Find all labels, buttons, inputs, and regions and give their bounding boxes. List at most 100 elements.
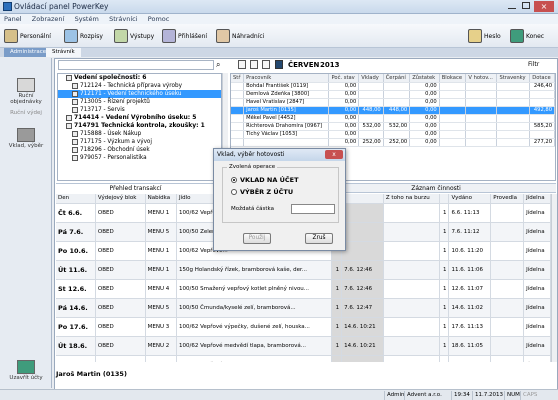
column-header[interactable]: Vklady xyxy=(358,74,384,83)
tree-item[interactable]: 712171 - Vedení technického úseku xyxy=(58,90,221,98)
radio-deposit[interactable]: VKLAD NA ÚČET xyxy=(231,176,299,184)
table-cell xyxy=(383,98,411,107)
schedules-button[interactable]: Rozpisy xyxy=(64,27,103,45)
substitutes-button[interactable]: Náhradníci xyxy=(216,27,264,45)
table-cell xyxy=(358,130,384,139)
filter-button[interactable]: Filtr xyxy=(528,60,539,70)
column-header[interactable]: Nabídka xyxy=(145,194,178,204)
column-header[interactable]: Pracovník xyxy=(243,74,330,83)
table-cell: Havel Vratislav [2847] xyxy=(243,98,330,107)
column-header[interactable]: Den xyxy=(56,194,96,204)
table-row[interactable]: Tichý Václav [1053] 0,00 0,00 xyxy=(231,130,555,139)
menu-help[interactable]: Pomoc xyxy=(144,14,174,23)
tree-item[interactable]: 718296 - Obchodní úsek xyxy=(58,146,221,154)
tree-item[interactable]: 713005 - Řízení projektů xyxy=(58,98,221,106)
table-row[interactable]: Po 17.6. OBED MENU 3 100/62 Vepřové výpečky… xyxy=(56,317,551,337)
table-row[interactable]: Út 18.6. OBED MENU 2 100/62 Vepřové medvědí… xyxy=(56,336,551,356)
table-row[interactable]: Pá 14.6. OBED MENU 5 100/50 Čmunda/kyselé z… xyxy=(56,298,551,318)
close-accounts-button[interactable]: Uzavřít účty xyxy=(6,360,46,381)
table-row[interactable]: Měkel Pavel [4452] 0,00 0,00 xyxy=(231,114,555,123)
menu-panel[interactable]: Panel xyxy=(0,14,26,23)
calendar-icon[interactable] xyxy=(250,60,258,69)
menu-view[interactable]: Zobrazení xyxy=(28,14,69,23)
table-cell: 100/62 Vepřové výpečky, dušené zelí, hou… xyxy=(176,317,333,337)
table-cell xyxy=(231,90,245,99)
calendar-small-icon[interactable] xyxy=(275,60,283,69)
menu-system[interactable]: Systém xyxy=(71,14,103,23)
column-header[interactable] xyxy=(439,194,450,204)
radio-withdraw-dot[interactable] xyxy=(231,189,237,195)
table-cell xyxy=(358,82,384,91)
maximize-icon[interactable] xyxy=(522,2,530,9)
manual-orders-button[interactable]: Ruční objednávky xyxy=(6,78,46,105)
table-cell: Čt 6.6. xyxy=(56,203,96,223)
password-button[interactable]: Heslo xyxy=(468,27,501,45)
outputs-button[interactable]: Výstupy xyxy=(114,27,154,45)
manual-dispense-button[interactable]: Ruční výdej xyxy=(6,110,46,116)
menu-diners[interactable]: Strávníci xyxy=(105,14,141,23)
column-header[interactable]: Poč. stav xyxy=(328,74,360,83)
table-row[interactable]: St 12.6. OBED MENU 4 100/50 Smažený vepřový… xyxy=(56,279,551,299)
next-month-icon[interactable] xyxy=(262,60,270,69)
column-header[interactable]: Provedla xyxy=(490,194,525,204)
tab-administration[interactable]: Administrace xyxy=(4,48,53,57)
table-row[interactable]: Út 11.6. OBED MENU 1 150g Holandský řízek, … xyxy=(56,260,551,280)
amount-input[interactable] xyxy=(291,204,335,214)
table-row[interactable]: Bohdal František [0119] 0,00 0,00 246,40 xyxy=(231,82,555,91)
table-row[interactable]: Demlová Zdeňka [3800] 0,00 0,00 xyxy=(231,90,555,99)
tree-item[interactable]: 715888 - Úsek Nákup xyxy=(58,130,221,138)
tree-item[interactable]: 712124 - Technická příprava výroby xyxy=(58,82,221,90)
tree-item[interactable]: 714414 - Vedení Výrobního úseku: 5 xyxy=(58,114,221,122)
column-header[interactable]: Zůstatek xyxy=(409,74,440,83)
radio-withdraw[interactable]: VÝBĚR Z ÚČTU xyxy=(231,188,293,196)
table-cell xyxy=(529,90,555,99)
month-select[interactable]: ČERVEN xyxy=(288,60,319,70)
table-cell: OBED xyxy=(95,317,146,337)
cancel-button[interactable]: Zruš xyxy=(305,233,333,244)
column-header[interactable]: Z toho na burzu xyxy=(383,194,440,204)
personnel-button[interactable]: Personální xyxy=(4,27,51,45)
tree-item[interactable]: 713717 - Servis xyxy=(58,106,221,114)
column-header[interactable]: Blokace xyxy=(439,74,467,83)
year-select[interactable]: 2013 xyxy=(320,60,339,70)
table-cell: 0,00 xyxy=(328,138,360,147)
deposit-withdraw-button[interactable]: Vklad, výběr xyxy=(6,128,46,149)
table-cell: 0,00 xyxy=(409,122,440,131)
column-header[interactable] xyxy=(341,194,384,204)
tab-transactions[interactable]: Přehled transakcí xyxy=(56,184,216,193)
tree-item[interactable]: 714791 Technická kontrola, zkoušky: 1 xyxy=(58,122,221,130)
exit-button[interactable]: Konec xyxy=(510,27,544,45)
search-input[interactable] xyxy=(58,60,214,70)
column-header[interactable]: Dotace xyxy=(529,74,555,83)
tree-item[interactable]: 979057 - Personalistika xyxy=(58,154,221,162)
tree-item[interactable]: 717175 - Výzkum a vývoj xyxy=(58,138,221,146)
dialog-close-button[interactable]: x xyxy=(325,150,343,159)
column-header[interactable]: Jídelna xyxy=(523,194,551,204)
table-row[interactable]: Havel Vratislav [2847] 0,00 0,00 xyxy=(231,98,555,107)
table-row[interactable]: Jaroš Martin [0135] 0,00 448,00 448,00 0,00 4… xyxy=(231,106,555,115)
tab-diner[interactable]: Strávník xyxy=(46,48,81,57)
radio-deposit-dot[interactable] xyxy=(231,177,237,183)
column-header[interactable]: Čerpání xyxy=(383,74,411,83)
tree-item[interactable]: Vedení společnosti: 6 xyxy=(58,74,221,82)
login-button[interactable]: Přihlášení xyxy=(162,27,207,45)
prev-month-icon[interactable] xyxy=(238,60,246,69)
column-header[interactable]: Stravenky xyxy=(496,74,531,83)
table-cell: 7.6. 11:12 xyxy=(448,222,492,242)
search-icon[interactable]: ⌕ xyxy=(216,60,226,70)
column-header[interactable]: V hotov... xyxy=(465,74,498,83)
column-header[interactable]: Výdejový blok xyxy=(95,194,146,204)
column-header[interactable]: Stř xyxy=(231,74,245,83)
apply-button[interactable]: Použij xyxy=(243,233,271,244)
minimize-icon[interactable] xyxy=(508,3,516,9)
table-row[interactable]: St 19.6.OBEDMENU 1100/62 Vepřová... 14.6.… xyxy=(56,355,551,362)
table-cell: 0,00 xyxy=(328,114,360,123)
department-tree[interactable]: Vedení společnosti: 6 712124 - Technická … xyxy=(57,73,222,181)
column-header[interactable]: Vydáno xyxy=(448,194,492,204)
table-cell: 1 xyxy=(331,279,343,299)
tab-activity-log[interactable]: Záznam činnosti xyxy=(356,184,516,193)
table-row[interactable]: Richterová Drahomíra [0967] 0,00 532,00 532… xyxy=(231,122,555,131)
transactions-scrollbar[interactable] xyxy=(551,194,557,362)
close-icon[interactable]: × xyxy=(534,1,554,12)
table-row[interactable]: 0,00 252,00 252,00 0,00 277,20 xyxy=(231,138,555,147)
